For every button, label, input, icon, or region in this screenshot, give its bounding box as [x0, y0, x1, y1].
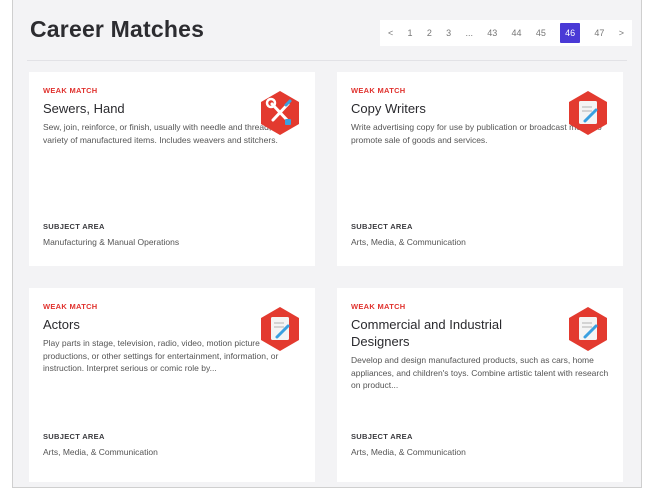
subject-area-value: Arts, Media, & Communication: [43, 447, 158, 457]
career-description: Play parts in stage, television, radio, …: [43, 338, 279, 373]
document-pencil-icon: [261, 307, 299, 351]
career-description: Develop and design manufactured products…: [351, 355, 609, 390]
page-title: Career Matches: [30, 16, 205, 42]
pagination: < 1 2 3 ... 43 44 45 46 47 >: [380, 20, 632, 46]
career-card[interactable]: WEAK MATCH Actors Play parts in stage, t…: [29, 288, 315, 482]
subject-area-value: Manufacturing & Manual Operations: [43, 237, 180, 247]
page-2-button[interactable]: 2: [427, 28, 432, 38]
document-pencil-icon: [569, 91, 607, 135]
subject-area-label: SUBJECT AREA: [43, 222, 105, 231]
page-3-button[interactable]: 3: [446, 28, 451, 38]
subject-area-label: SUBJECT AREA: [43, 432, 105, 441]
career-card[interactable]: WEAK MATCH Commercial and Industrial Des…: [337, 288, 623, 482]
subject-area-label: SUBJECT AREA: [351, 432, 413, 441]
header-divider: [27, 60, 627, 61]
page-47-button[interactable]: 47: [594, 28, 604, 38]
page-ellipsis: ...: [465, 28, 473, 38]
page-46-button-active[interactable]: 46: [560, 23, 581, 43]
subject-area-label: SUBJECT AREA: [351, 222, 413, 231]
career-card[interactable]: WEAK MATCH Sewers, Hand Sew, join, reinf…: [29, 72, 315, 266]
prev-page-button[interactable]: <: [388, 28, 393, 38]
career-title[interactable]: Copy Writers: [351, 100, 531, 117]
page-1-button[interactable]: 1: [408, 28, 413, 38]
subject-area-value: Arts, Media, & Communication: [351, 447, 466, 457]
page-43-button[interactable]: 43: [487, 28, 497, 38]
subject-area-value: Arts, Media, & Communication: [351, 237, 466, 247]
career-title[interactable]: Actors: [43, 316, 223, 333]
document-pencil-icon: [569, 307, 607, 351]
next-page-button[interactable]: >: [619, 28, 624, 38]
career-title[interactable]: Commercial and Industrial Designers: [351, 316, 531, 350]
page-45-button[interactable]: 45: [536, 28, 546, 38]
page-44-button[interactable]: 44: [512, 28, 522, 38]
career-title[interactable]: Sewers, Hand: [43, 100, 223, 117]
tools-icon: [261, 91, 299, 135]
career-card[interactable]: WEAK MATCH Copy Writers Write advertisin…: [337, 72, 623, 266]
